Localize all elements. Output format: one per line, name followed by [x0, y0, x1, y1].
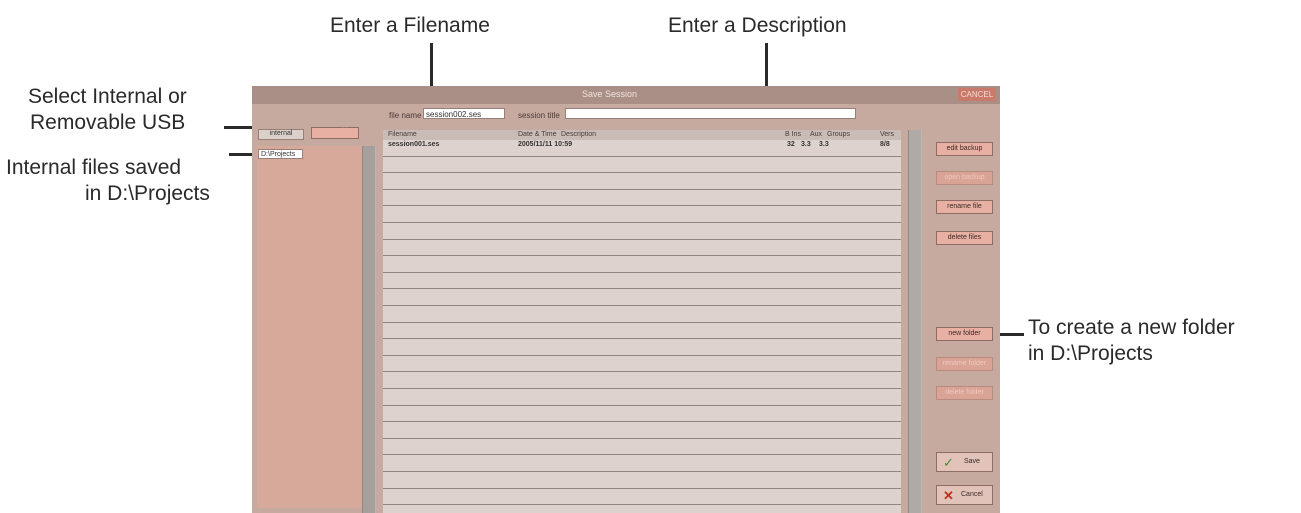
table-row[interactable]	[383, 223, 901, 240]
col-groups[interactable]: Groups	[827, 131, 850, 138]
folder-pane: D:\Projects	[257, 146, 362, 508]
check-icon: ✓	[943, 455, 954, 470]
file-name-label: file name	[389, 111, 422, 120]
table-row[interactable]	[383, 389, 901, 406]
callout-newfolder-line2: in D:\Projects	[1028, 342, 1153, 365]
folder-item-projects[interactable]: D:\Projects	[258, 149, 303, 159]
rename-file-button[interactable]: rename file	[936, 200, 993, 214]
table-row[interactable]	[383, 356, 901, 373]
table-row[interactable]: session001.ses 2005/11/11 10:59 32 3.3 3.3 8/…	[383, 140, 901, 157]
callout-select-line2: Removable USB	[30, 111, 186, 134]
tab-internal[interactable]: internal	[258, 129, 304, 140]
file-list-header: Filename Date & Time Description B Ins A…	[383, 130, 901, 140]
save-label: Save	[964, 458, 980, 465]
cancel-label: Cancel	[961, 491, 983, 498]
table-row[interactable]	[383, 323, 901, 340]
callout-select-line1: Select Internal or	[28, 85, 187, 108]
title-bar: Save Session CANCEL	[252, 86, 1000, 104]
table-row[interactable]	[383, 240, 901, 257]
col-filename[interactable]: Filename	[388, 131, 417, 138]
table-row[interactable]	[383, 406, 901, 423]
cell-groups: 3.3	[819, 141, 829, 148]
cancel-button[interactable]: ✕ Cancel	[936, 485, 993, 505]
table-row[interactable]	[383, 306, 901, 323]
rename-folder-button[interactable]: rename folder	[936, 357, 993, 371]
cell-aux: 3.3	[801, 141, 811, 148]
table-row[interactable]	[383, 489, 901, 506]
table-row[interactable]	[383, 289, 901, 306]
cell-filename: session001.ses	[388, 141, 440, 148]
table-row[interactable]	[383, 273, 901, 290]
close-icon: ✕	[943, 488, 954, 503]
session-title-label: session title	[518, 111, 560, 120]
cell-datetime: 2005/11/11 10:59	[518, 141, 573, 148]
table-row[interactable]	[383, 339, 901, 356]
table-row[interactable]	[383, 455, 901, 472]
col-vers[interactable]: Vers	[880, 131, 894, 138]
table-row[interactable]	[383, 206, 901, 223]
callout-internal-line1: Internal files saved	[6, 156, 182, 179]
table-row[interactable]	[383, 157, 901, 174]
col-bins[interactable]: B Ins	[785, 131, 801, 138]
edit-backup-button[interactable]: edit backup	[936, 142, 993, 156]
table-row[interactable]	[383, 472, 901, 489]
callout-description: Enter a Description	[668, 14, 847, 37]
folder-scrollbar[interactable]	[362, 146, 376, 513]
save-button[interactable]: ✓ Save	[936, 452, 993, 472]
delete-folder-button[interactable]: delete folder	[936, 386, 993, 400]
table-row[interactable]	[383, 439, 901, 456]
callout-filename: Enter a Filename	[330, 14, 490, 37]
delete-files-button[interactable]: delete files	[936, 231, 993, 245]
file-list: Filename Date & Time Description B Ins A…	[383, 130, 901, 513]
callout-internal-line2: in D:\Projects	[85, 182, 210, 205]
table-row[interactable]	[383, 372, 901, 389]
open-backup-button[interactable]: open backup	[936, 171, 993, 185]
table-row[interactable]	[383, 256, 901, 273]
cancel-top-button[interactable]: CANCEL	[958, 88, 996, 101]
cell-bins: 32	[787, 141, 795, 148]
callout-newfolder-line1: To create a new folder	[1028, 316, 1235, 339]
col-aux[interactable]: Aux	[810, 131, 822, 138]
save-session-window: Save Session CANCEL file name session002…	[252, 86, 1000, 513]
col-description[interactable]: Description	[561, 131, 596, 138]
window-title: Save Session	[582, 89, 638, 99]
new-folder-button[interactable]: new folder	[936, 327, 993, 341]
tab-removable[interactable]: removable	[311, 127, 359, 139]
table-row[interactable]	[383, 173, 901, 190]
file-name-input[interactable]: session002.ses	[423, 108, 505, 119]
session-title-input[interactable]	[565, 108, 856, 119]
table-row[interactable]	[383, 422, 901, 439]
col-datetime[interactable]: Date & Time	[518, 131, 557, 138]
cell-vers: 8/8	[880, 141, 890, 148]
file-list-scrollbar[interactable]	[908, 130, 922, 513]
table-row[interactable]	[383, 190, 901, 207]
